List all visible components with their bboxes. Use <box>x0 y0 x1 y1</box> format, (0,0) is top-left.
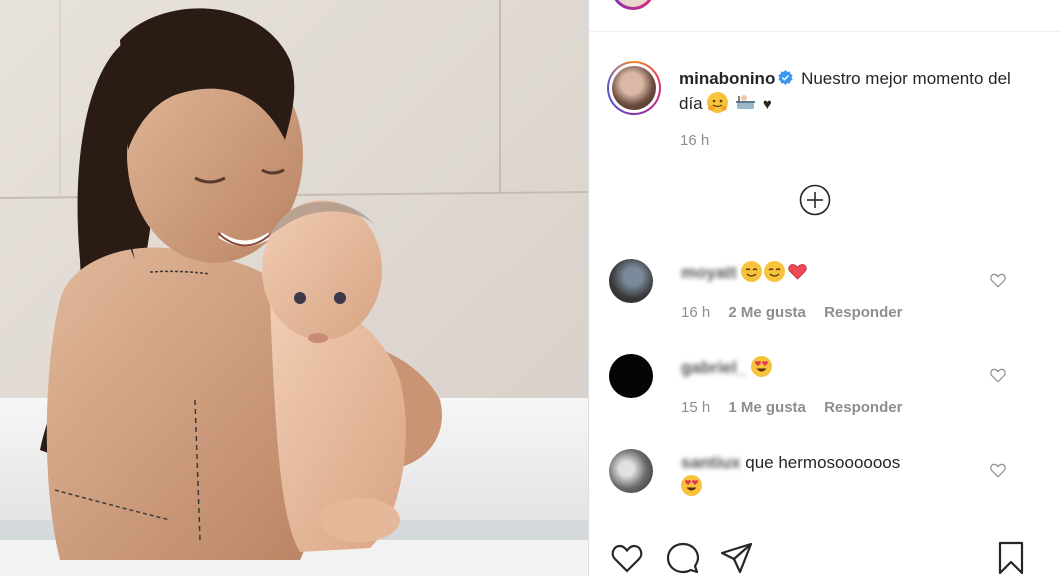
hugging-face-icon <box>707 92 729 113</box>
smiling-face-icon <box>764 261 786 282</box>
author-avatar[interactable] <box>607 61 661 115</box>
reply-button[interactable]: Responder <box>824 304 902 321</box>
commenter-username[interactable]: moyatt <box>681 263 737 282</box>
like-comment-heart-icon[interactable] <box>989 461 1007 479</box>
comment-time[interactable]: 15 h <box>681 399 710 416</box>
like-heart-icon[interactable] <box>609 540 645 576</box>
comment-meta: 15 h 1 Me gusta Responder <box>681 399 916 416</box>
comment-item: moyatt 16 h 2 Me gusta Responder <box>609 259 1049 329</box>
commenter-username[interactable]: gabriel_ <box>681 358 746 377</box>
post-time[interactable]: 16 h <box>680 132 709 149</box>
header-divider <box>589 31 1060 32</box>
header-avatar[interactable] <box>611 0 655 10</box>
comment-meta: 16 h 2 Me gusta Responder <box>681 304 916 321</box>
comment-item: santiux que hermosoooooos <box>609 449 1049 509</box>
comment-text: que hermosoooooos <box>745 453 901 472</box>
post-photo[interactable] <box>0 0 588 576</box>
like-comment-heart-icon[interactable] <box>989 366 1007 384</box>
post-action-bar <box>589 540 1060 576</box>
comment-item: gabriel_ 15 h 1 Me gusta Responder <box>609 354 1049 424</box>
comment-bubble-icon[interactable] <box>665 540 701 576</box>
commenter-avatar[interactable] <box>609 449 653 493</box>
photo-mother-baby-bath <box>0 0 588 576</box>
commenter-username[interactable]: santiux <box>681 453 741 472</box>
post-side-panel: minabonino Nuestro mejor momento del día… <box>589 0 1060 576</box>
heart-eyes-icon <box>750 356 772 377</box>
heart-eyes-icon <box>681 475 702 496</box>
save-bookmark-icon[interactable] <box>993 540 1029 576</box>
red-heart-icon <box>787 261 808 282</box>
reply-button[interactable]: Responder <box>824 399 902 416</box>
author-username[interactable]: minabonino <box>679 69 775 88</box>
comment-likes[interactable]: 1 Me gusta <box>728 399 806 416</box>
black-heart-icon: ♥ <box>762 96 772 113</box>
commenter-avatar[interactable] <box>609 354 653 398</box>
smiling-face-icon <box>741 261 763 282</box>
comment-time[interactable]: 16 h <box>681 304 710 321</box>
share-plane-icon[interactable] <box>719 540 755 576</box>
verified-badge-icon <box>778 70 793 85</box>
comment-likes[interactable]: 2 Me gusta <box>728 304 806 321</box>
post-caption: minabonino Nuestro mejor momento del día… <box>679 66 1039 117</box>
like-comment-heart-icon[interactable] <box>989 271 1007 289</box>
commenter-avatar[interactable] <box>609 259 653 303</box>
load-more-comments-button[interactable] <box>799 184 831 216</box>
bathtub-icon <box>735 92 756 113</box>
